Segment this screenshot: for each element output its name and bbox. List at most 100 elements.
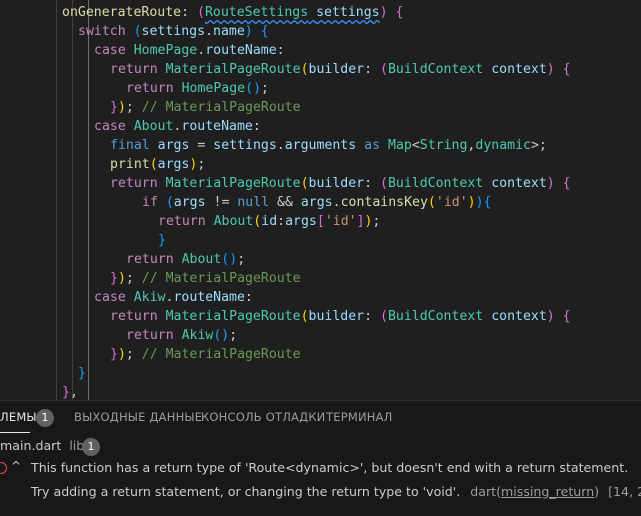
code-token: switch — [78, 24, 126, 39]
code-token: = — [189, 138, 214, 153]
panel-tabs: ЛЕМЫ 1 ВЫХОДНЫЕ ДАННЫЕ КОНСОЛЬ ОТЛАДКИ Т… — [0, 401, 641, 435]
code-line[interactable]: }, — [62, 383, 78, 400]
code-token: final — [110, 138, 150, 153]
code-line[interactable]: switch (settings.name) { — [78, 22, 269, 41]
code-token: } — [110, 271, 118, 286]
code-line[interactable]: }); // MaterialPageRoute — [110, 98, 301, 117]
code-token: : — [181, 5, 197, 20]
code-token: args — [173, 195, 206, 210]
code-line[interactable]: return HomePage(); — [126, 79, 269, 98]
code-token: : — [276, 43, 285, 58]
tab-output[interactable]: ВЫХОДНЫЕ ДАННЫЕ — [74, 410, 202, 424]
indent-guide — [56, 0, 57, 400]
problem-hint-row[interactable]: Try adding a return statement, or changi… — [31, 484, 641, 499]
chevron-up-icon[interactable]: ^ — [11, 459, 21, 473]
code-token: ( — [300, 309, 309, 324]
code-token: ) — [546, 62, 555, 77]
code-token: ] — [356, 214, 365, 229]
code-token: args — [157, 138, 190, 153]
code-token: . — [332, 195, 341, 210]
code-token: containsKey — [340, 195, 428, 210]
code-line[interactable]: } — [78, 364, 86, 383]
code-token: ( — [380, 62, 388, 77]
code-line[interactable]: return About(); — [126, 250, 245, 269]
code-token: About — [213, 214, 254, 229]
code-token: settings — [316, 5, 380, 20]
code-token: { — [260, 24, 269, 39]
code-line[interactable]: case Akiw.routeName: — [94, 288, 253, 307]
code-token: return — [158, 214, 206, 229]
code-line[interactable]: case HomePage.routeName: — [94, 41, 285, 60]
problems-count-badge: 1 — [36, 409, 54, 427]
tab-terminal[interactable]: ТЕРМИНАЛ — [326, 410, 393, 424]
code-line[interactable]: }); // MaterialPageRoute — [110, 269, 301, 288]
problem-file-row[interactable]: main.dart lib — [0, 438, 84, 453]
code-line[interactable]: print(args); — [110, 155, 205, 174]
indent-guide-active — [88, 0, 89, 400]
code-token: MaterialPageRoute — [165, 62, 301, 77]
code-line[interactable]: onGenerateRoute: (RouteSettings settings… — [62, 3, 404, 22]
code-token: : — [364, 176, 380, 191]
code-token: { — [562, 176, 571, 191]
code-token: arguments — [284, 138, 357, 153]
code-line[interactable]: return MaterialPageRoute(builder: (Build… — [110, 60, 571, 79]
code-token: . — [197, 43, 206, 58]
problem-location: [14, 24] — [608, 484, 641, 499]
code-token: settings — [213, 138, 277, 153]
problems-panel: ЛЕМЫ 1 ВЫХОДНЫЕ ДАННЫЕ КОНСОЛЬ ОТЛАДКИ Т… — [0, 400, 641, 516]
code-token: BuildContext — [387, 176, 484, 191]
code-token: Akiw — [133, 290, 166, 305]
code-token: as — [364, 138, 381, 153]
code-token: ; — [229, 328, 238, 343]
tab-problems[interactable]: ЛЕМЫ — [0, 410, 37, 424]
code-token: : — [244, 290, 253, 305]
code-line[interactable]: case About.routeName: — [94, 117, 261, 136]
code-token: // MaterialPageRoute — [141, 271, 301, 286]
code-line[interactable]: return About(id:args['id']); — [158, 212, 380, 231]
code-token: String — [419, 138, 468, 153]
code-token: [ — [316, 214, 325, 229]
code-line[interactable]: } — [158, 231, 166, 250]
code-token: routeName — [205, 43, 277, 58]
code-token: ( — [165, 195, 174, 210]
code-token: { — [562, 62, 571, 77]
problem-code-link[interactable]: missing_return — [501, 484, 594, 499]
code-editor[interactable]: onGenerateRoute: (RouteSettings settings… — [0, 0, 641, 400]
code-token: return — [126, 252, 174, 267]
code-token: routeName — [173, 290, 245, 305]
code-token: } — [110, 100, 118, 115]
problem-message[interactable]: This function has a return type of 'Rout… — [31, 460, 628, 475]
code-token: ; — [125, 347, 142, 362]
tab-debug-console[interactable]: КОНСОЛЬ ОТЛАДКИ — [201, 410, 325, 424]
code-token: ( — [300, 62, 309, 77]
code-token: : — [252, 119, 261, 134]
code-token: ) — [244, 24, 253, 39]
code-line[interactable]: if (args != null && args.containsKey('id… — [142, 193, 492, 212]
code-line[interactable]: }); // MaterialPageRoute — [110, 345, 301, 364]
code-token: () — [221, 252, 238, 267]
code-token: : — [364, 309, 380, 324]
code-token: : — [277, 214, 286, 229]
code-token: { — [483, 195, 492, 210]
code-token: } — [78, 366, 86, 381]
code-line[interactable]: return MaterialPageRoute(builder: (Build… — [110, 174, 571, 193]
code-line[interactable]: final args = settings.arguments as Map<S… — [110, 136, 547, 155]
code-token: } — [110, 347, 118, 362]
code-token: case — [94, 119, 126, 134]
code-token: ; — [197, 157, 206, 172]
code-token: builder — [308, 309, 365, 324]
code-token: : — [364, 62, 380, 77]
code-line[interactable]: return Akiw(); — [126, 326, 237, 345]
code-line[interactable]: return MaterialPageRoute(builder: (Build… — [110, 307, 571, 326]
